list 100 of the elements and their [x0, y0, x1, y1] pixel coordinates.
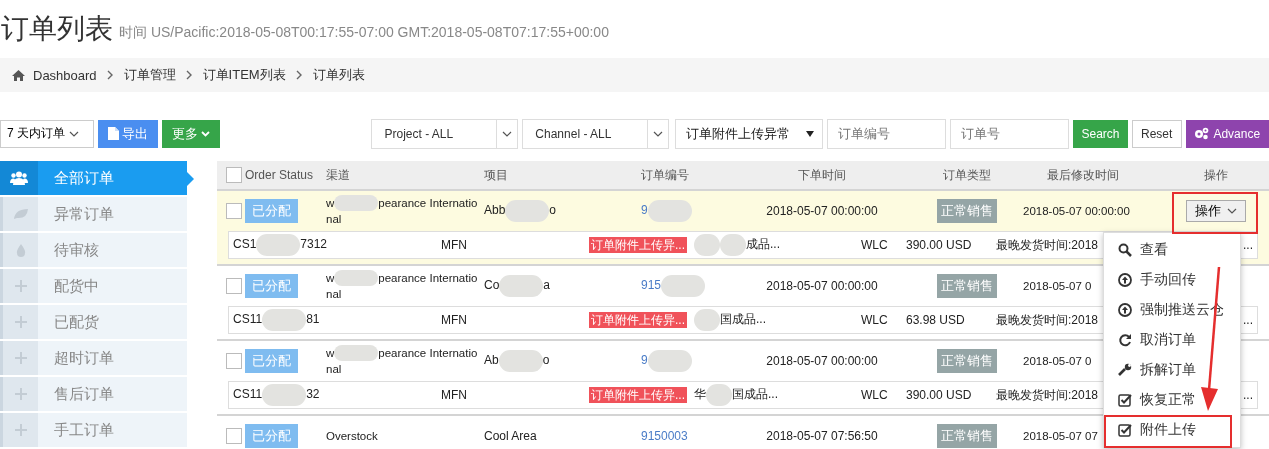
redaction-blur [498, 350, 543, 372]
checkbox[interactable] [226, 428, 242, 444]
cell-text: o [542, 353, 550, 368]
cell-text: Abb [484, 203, 506, 218]
menu-item[interactable]: 查看 [1104, 235, 1240, 265]
menu-item[interactable]: 拆解订单 [1104, 355, 1240, 385]
breadcrumb-link[interactable]: 订单管理 [123, 66, 176, 84]
users-icon [10, 171, 28, 185]
cell-text: w [326, 271, 335, 284]
cell-text: w [326, 196, 335, 209]
redaction-blur [334, 345, 379, 362]
table-cell: 最晚发货时间:2018 [996, 236, 1099, 254]
cell-text: 成品... [746, 237, 780, 252]
cell-text: w [326, 346, 335, 359]
menu-item[interactable]: 取消订单 [1104, 325, 1240, 355]
cell-text: 9 [641, 353, 648, 368]
order-number-field[interactable]: 订单编号 [827, 118, 947, 149]
redaction-blur [499, 275, 544, 297]
table-cell: 2018-05-07 00:00:00 [1023, 205, 1130, 217]
redaction-blur [505, 200, 550, 222]
checkbox[interactable] [226, 203, 242, 219]
redaction-blur [334, 270, 379, 287]
status-badge: 已分配 [245, 349, 298, 373]
cell-text: pearance Internatio [378, 196, 478, 209]
table-cell-text: 390.00 USD [906, 388, 973, 402]
table-cell-text: 390.00 USD [906, 238, 973, 252]
redaction-blur [647, 350, 692, 372]
breadcrumb-link[interactable]: 订单ITEM列表 [202, 66, 286, 84]
action-dropdown-button[interactable]: 操作 [1185, 200, 1246, 222]
cell-text: 915 [641, 278, 662, 293]
column-header: Order Status [245, 168, 315, 182]
redaction-blur [694, 234, 720, 256]
redaction-blur [256, 234, 301, 256]
redo-icon [1118, 333, 1132, 347]
cell-text: 国成品... [720, 312, 766, 327]
menu-item[interactable]: 手动回传 [1104, 265, 1240, 295]
chevron-down-icon [200, 130, 210, 137]
redaction-blur [661, 275, 706, 297]
cell-text: 国成品... [732, 387, 778, 402]
breadcrumb-current: 订单列表 [312, 66, 365, 84]
checkbox[interactable] [226, 353, 242, 369]
menu-item[interactable]: 附件上传 [1104, 415, 1240, 445]
checkbox-checked-icon [1118, 393, 1132, 407]
cell-text: Ab [484, 353, 499, 368]
plus-icon [14, 316, 27, 328]
type-badge: 正常销售 [936, 349, 997, 373]
triangle-down-icon [806, 130, 815, 137]
table-cell-text: MFN [440, 238, 468, 252]
checkbox[interactable] [226, 167, 242, 183]
cell-text: Overstock [326, 430, 378, 442]
status-select[interactable]: 订单附件上传异常 [675, 118, 824, 149]
cell-text: 32 [306, 387, 320, 402]
table-cell-text: ... [1243, 313, 1254, 327]
redaction-blur [694, 309, 720, 331]
cell-text: 9150003 [641, 429, 688, 443]
error-tag: 订单附件上传异... [589, 311, 687, 328]
order-id-field[interactable]: 订单号 [950, 118, 1070, 149]
status-badge: 已分配 [245, 199, 298, 223]
table-cell-text: ... [1243, 238, 1254, 252]
page-subtitle: 时间 US/Pacific:2018-05-08T00:17:55-07:00 GMT:2018-05-08T07:17:55+00:00 [119, 22, 609, 42]
column-header: 订单类型 [941, 166, 992, 184]
redaction-blur [334, 195, 379, 212]
reset-button[interactable]: Reset [1131, 119, 1182, 148]
advance-button[interactable]: Advance [1185, 119, 1269, 148]
table-cell-text: WLC [861, 388, 889, 402]
column-header: 下单时间 [797, 166, 847, 184]
plus-icon [14, 388, 27, 400]
chevron-down-icon [1226, 208, 1237, 214]
search-icon [1118, 243, 1132, 257]
type-badge: 正常销售 [936, 274, 997, 298]
menu-item[interactable]: 恢复正常 [1104, 385, 1240, 415]
error-tag: 订单附件上传异... [589, 386, 687, 403]
chevron-down-icon [502, 130, 513, 137]
table-cell-text: 2018-05-07 00:00:00 [765, 279, 879, 293]
breadcrumb-link[interactable]: Dashboard [33, 67, 97, 83]
cell-text: nal [326, 288, 342, 301]
range-dropdown[interactable]: 7 天内订单 [0, 119, 95, 148]
drop-icon [15, 243, 26, 257]
redaction-blur [647, 200, 692, 222]
channel-select[interactable]: Channel - ALL [522, 118, 670, 149]
table-cell-text: MFN [440, 313, 468, 327]
cell-text: 7312 [300, 237, 328, 252]
chevron-down-icon [69, 130, 79, 137]
plus-icon [14, 280, 27, 292]
table-cell-text: ... [1243, 388, 1254, 402]
table-cell-text: 63.98 USD [906, 313, 966, 327]
checkbox[interactable] [226, 278, 242, 294]
cell-text: 9 [641, 203, 648, 218]
table-cell: 2018-05-07 0 [1023, 280, 1092, 292]
table-cell-text: WLC [861, 313, 889, 327]
arrow-up-circle-icon [1118, 303, 1132, 317]
cell-text: Cool Area [484, 429, 537, 443]
table-cell-text: 2018-05-07 00:00:00 [765, 354, 879, 368]
type-badge: 正常销售 [936, 424, 997, 448]
chevron-down-icon [653, 130, 664, 137]
table-cell-text: MFN [440, 388, 468, 402]
page-title: 订单列表 [1, 12, 113, 46]
project-select[interactable]: Project - ALL [371, 118, 519, 149]
cell-text: a [543, 278, 551, 293]
column-header: 操作 [1202, 166, 1229, 184]
